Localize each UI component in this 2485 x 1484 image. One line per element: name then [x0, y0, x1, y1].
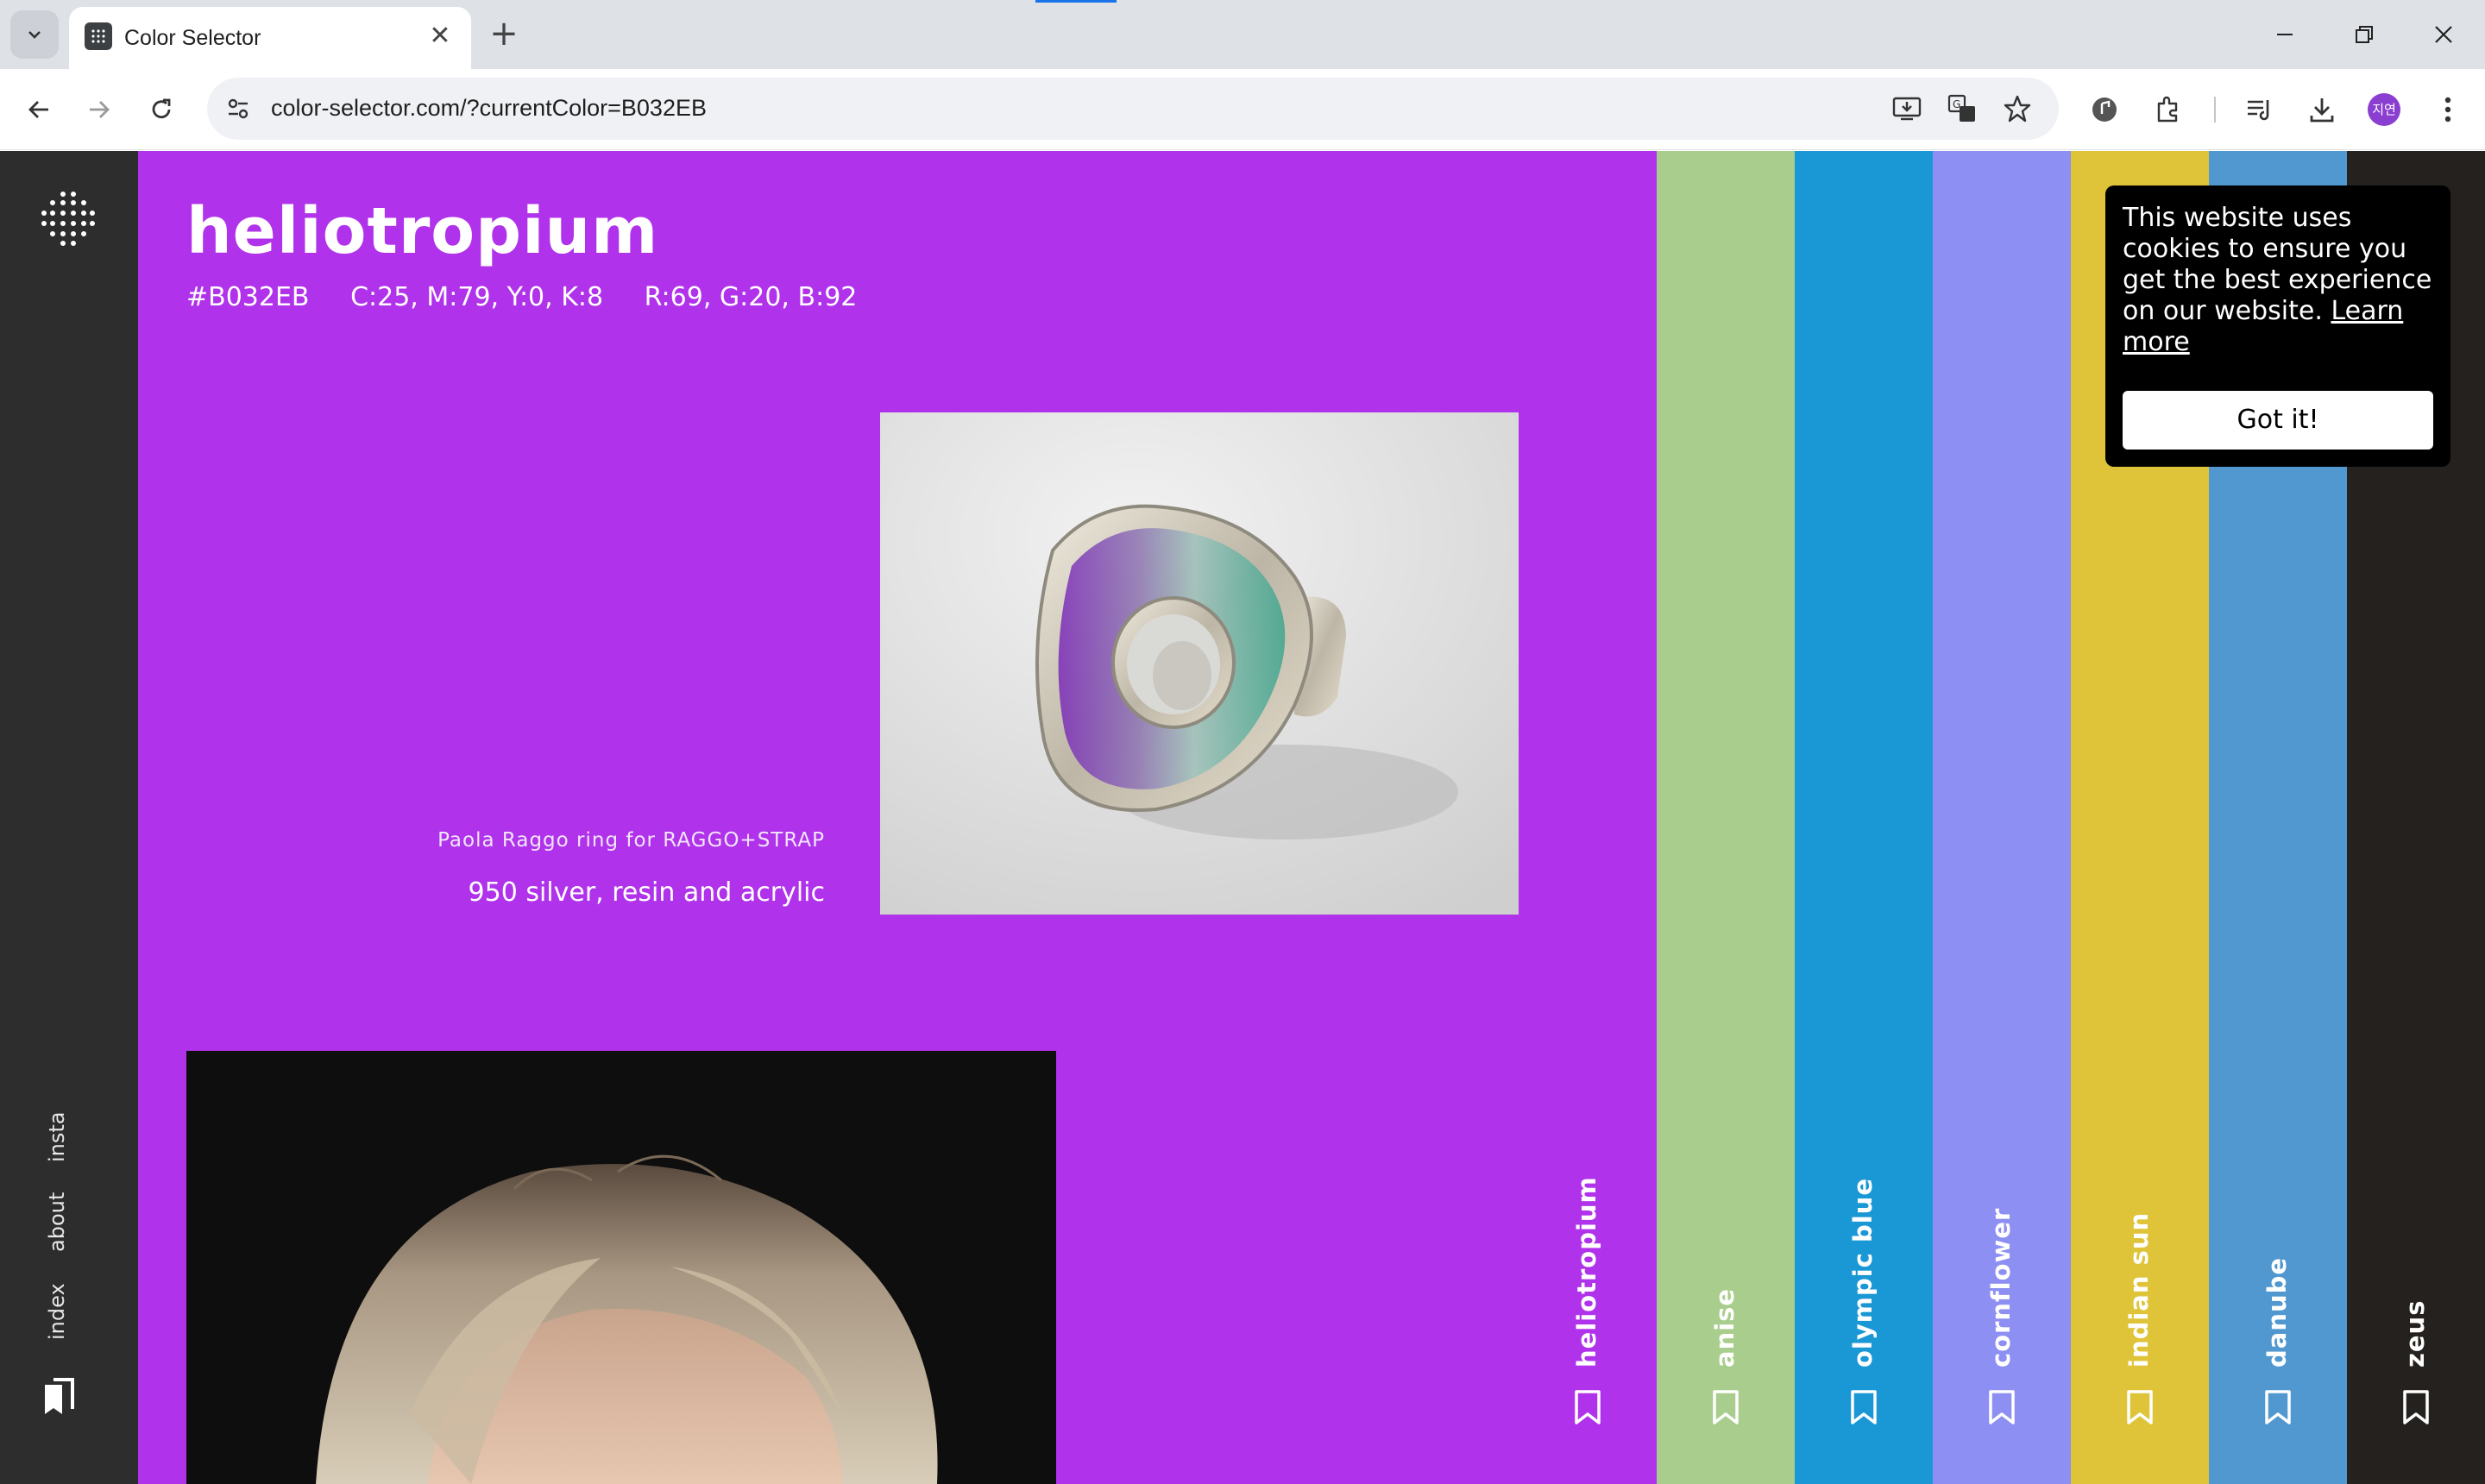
bookmark-icon[interactable]	[1850, 1389, 1878, 1425]
tab-title: Color Selector	[124, 26, 261, 50]
about-link[interactable]: about	[45, 1192, 69, 1252]
strip-label: indian sun	[2124, 1211, 2154, 1368]
strip-label: olympic blue	[1848, 1178, 1878, 1368]
back-button[interactable]	[17, 88, 60, 131]
arrow-left-icon	[28, 101, 48, 118]
minimize-icon	[2277, 34, 2293, 35]
reading-list-icon[interactable]	[2238, 88, 2281, 131]
bookmark-icon[interactable]	[2264, 1389, 2292, 1425]
color-strip-heliotropium[interactable]: heliotropium	[1519, 151, 1657, 1484]
strip-label: danube	[2262, 1256, 2292, 1368]
bookmark-icon[interactable]	[1712, 1389, 1740, 1425]
color-detail-panel: heliotropium #B032EB C:25, M:79, Y:0, K:…	[138, 151, 1657, 1484]
media-control-icon[interactable]	[2083, 88, 2126, 131]
browser-menu-icon[interactable]	[2426, 88, 2469, 131]
close-icon	[2435, 26, 2452, 43]
left-nav: insta about index	[0, 151, 138, 1484]
ring-photo	[880, 412, 1519, 915]
portrait-photo	[186, 1051, 1056, 1484]
tab-close-icon[interactable]: ✕	[425, 21, 456, 52]
tab-search-button[interactable]	[10, 10, 59, 59]
extensions-icon[interactable]	[2147, 88, 2190, 131]
tab-accent-line	[1035, 0, 1117, 3]
restore-icon	[2356, 26, 2373, 43]
color-codes: #B032EB C:25, M:79, Y:0, K:8 R:69, G:20,…	[186, 282, 890, 312]
strip-label: cornflower	[1986, 1207, 2016, 1368]
site-favicon-icon	[85, 22, 112, 50]
forward-button[interactable]	[78, 88, 121, 131]
toolbar-separator	[2214, 97, 2216, 123]
accept-cookies-button[interactable]: Got it!	[2123, 391, 2433, 450]
url-text[interactable]: color-selector.com/?currentColor=B032EB	[271, 95, 707, 122]
cmyk-code: C:25, M:79, Y:0, K:8	[350, 282, 604, 312]
site-settings-icon[interactable]	[223, 93, 254, 124]
hex-code: #B032EB	[186, 282, 310, 312]
site-logo-icon[interactable]	[38, 189, 98, 249]
bookmark-icon[interactable]	[1988, 1389, 2016, 1425]
page-content: insta about index heliotropium #B032EB C…	[0, 151, 2485, 1484]
color-name-heading: heliotropium	[186, 194, 659, 268]
strip-label: heliotropium	[1572, 1176, 1601, 1368]
photo-credit-caption: Paola Raggo ring for RAGGO+STRAP	[437, 829, 825, 852]
insta-link[interactable]: insta	[45, 1112, 69, 1163]
close-window-button[interactable]	[2418, 12, 2469, 57]
new-tab-button[interactable]: +	[483, 14, 525, 55]
browser-tab-bar: Color Selector ✕ +	[0, 0, 2485, 69]
avatar: 지연	[2368, 93, 2400, 126]
bookmark-icon[interactable]	[2126, 1389, 2154, 1425]
strip-label: anise	[1710, 1287, 1740, 1368]
bookmark-icon[interactable]	[1574, 1389, 1601, 1425]
minimize-button[interactable]	[2259, 12, 2311, 57]
address-bar[interactable]: color-selector.com/?currentColor=B032EB …	[207, 78, 2059, 140]
cookie-banner: This website uses cookies to ensure you …	[2105, 186, 2450, 467]
translate-icon[interactable]: G	[1945, 93, 1979, 124]
index-link[interactable]: index	[45, 1283, 69, 1340]
color-strip-anise[interactable]: anise	[1657, 151, 1795, 1484]
cookie-message: This website uses cookies to ensure you …	[2123, 203, 2442, 358]
arrow-right-icon	[90, 101, 110, 118]
restore-button[interactable]	[2338, 12, 2390, 57]
active-tab[interactable]: Color Selector ✕	[69, 7, 471, 69]
downloads-icon[interactable]	[2300, 88, 2343, 131]
reload-icon	[152, 98, 171, 119]
profile-button[interactable]: 지연	[2362, 88, 2406, 131]
browser-toolbar: color-selector.com/?currentColor=B032EB …	[0, 69, 2485, 150]
color-strip-olympic-blue[interactable]: olympic blue	[1795, 151, 1933, 1484]
svg-text:G: G	[1953, 98, 1960, 110]
strip-label: zeus	[2400, 1299, 2430, 1368]
saved-colors-icon[interactable]	[41, 1376, 78, 1418]
reload-button[interactable]	[140, 88, 183, 131]
photo-material-caption: 950 silver, resin and acrylic	[468, 877, 825, 908]
install-app-icon[interactable]	[1890, 93, 1924, 124]
rgb-code: R:69, G:20, B:92	[644, 282, 858, 312]
bookmark-star-icon[interactable]	[2000, 93, 2035, 124]
chevron-down-icon	[28, 31, 41, 39]
bookmark-icon[interactable]	[2402, 1389, 2430, 1425]
color-strip-cornflower[interactable]: cornflower	[1933, 151, 2071, 1484]
